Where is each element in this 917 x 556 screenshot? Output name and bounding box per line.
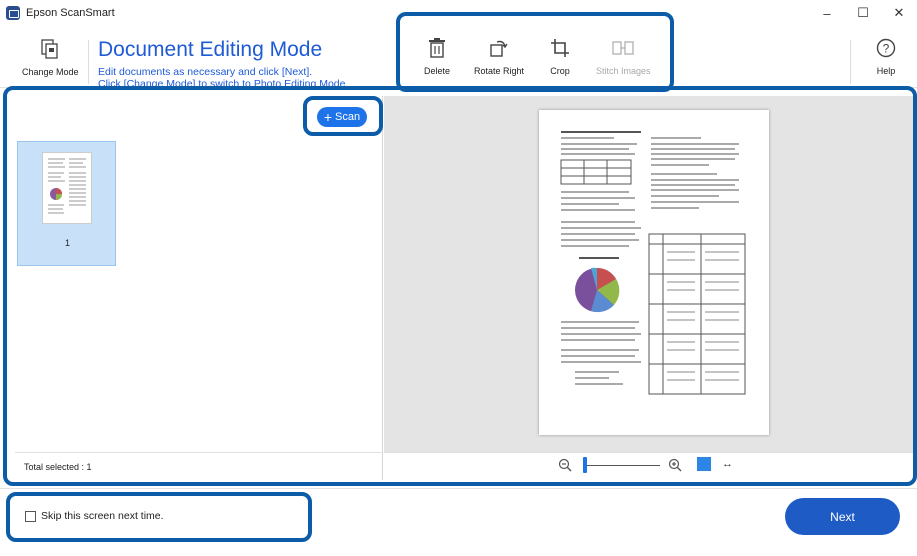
thumbnail-image (42, 152, 92, 224)
scan-button[interactable]: + Scan (317, 107, 367, 127)
thumbnail-card[interactable]: 1 (17, 141, 116, 266)
trash-icon (425, 36, 449, 60)
zoom-out-icon[interactable] (558, 458, 572, 472)
thumbnail-number: 1 (64, 238, 70, 248)
maximize-button[interactable]: ☐ (845, 0, 881, 26)
document-preview-image (539, 110, 769, 435)
skip-screen-label[interactable]: Skip this screen next time. (41, 510, 164, 522)
mode-subtitle: Edit documents as necessary and click [N… (98, 66, 349, 88)
change-mode-icon (38, 37, 62, 61)
zoom-bar (384, 452, 917, 480)
app-title: Epson ScanSmart (26, 7, 115, 19)
app-icon (6, 6, 20, 20)
rotate-right-icon (487, 36, 511, 60)
svg-text:?: ? (883, 42, 890, 56)
next-button[interactable]: Next (785, 498, 900, 535)
toolbar: Change Mode Document Editing Mode Edit d… (0, 28, 917, 88)
crop-icon (548, 36, 572, 60)
rotate-right-button[interactable]: Rotate Right (474, 36, 524, 76)
zoom-slider-thumb[interactable] (583, 457, 587, 473)
status-bar: Total selected : 1 (15, 452, 383, 480)
footer (0, 488, 917, 556)
delete-button[interactable]: Delete (424, 36, 450, 76)
expand-icon[interactable]: ↔ (722, 458, 733, 470)
minimize-button[interactable]: – (809, 0, 845, 26)
zoom-in-icon[interactable] (668, 458, 682, 472)
total-selected-text: Total selected : 1 (24, 461, 92, 472)
mode-title: Document Editing Mode (98, 38, 323, 61)
close-button[interactable]: ✕ (881, 0, 917, 26)
plus-icon: + (323, 109, 333, 125)
window-controls: – ☐ ✕ (809, 0, 917, 26)
epson-scansmart-window: Epson ScanSmart – ☐ ✕ Change Mode Docume… (0, 0, 917, 556)
help-button[interactable]: ? Help (874, 36, 898, 76)
stitch-images-icon (611, 36, 635, 60)
stitch-images-button[interactable]: Stitch Images (596, 36, 651, 76)
skip-screen-checkbox[interactable] (25, 511, 36, 522)
title-bar: Epson ScanSmart – ☐ ✕ (0, 0, 917, 26)
toolbar-divider (88, 40, 89, 84)
toolbar-divider (850, 40, 851, 84)
fit-to-window-icon[interactable] (697, 457, 711, 471)
help-icon: ? (874, 36, 898, 60)
change-mode-button[interactable]: Change Mode (22, 37, 79, 77)
crop-button[interactable]: Crop (548, 36, 572, 76)
zoom-slider-track[interactable] (586, 465, 660, 466)
